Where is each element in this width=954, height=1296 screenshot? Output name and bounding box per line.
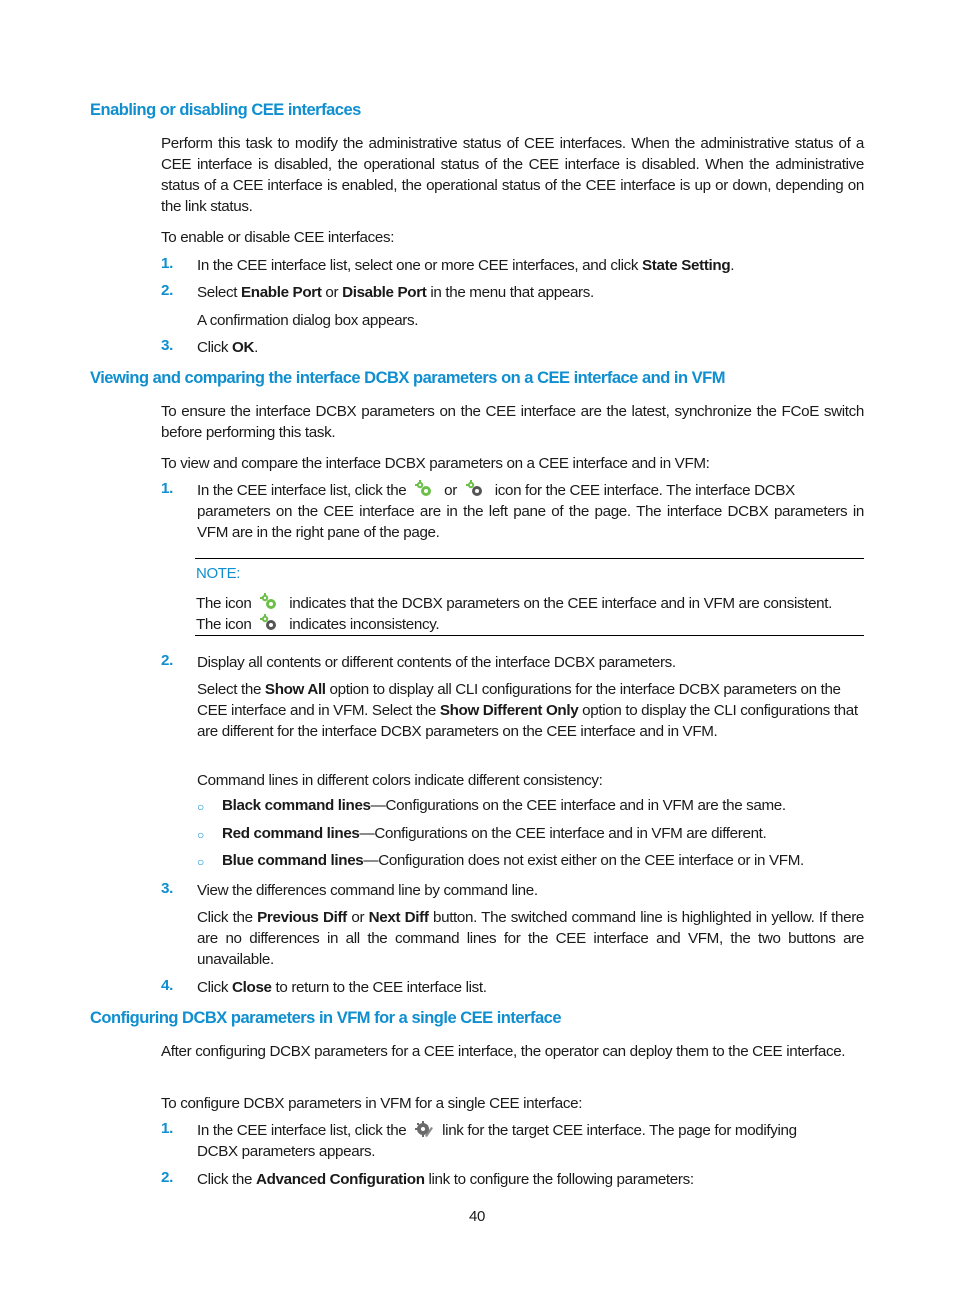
step-text: Click the Advanced Configuration link to… xyxy=(197,1169,864,1190)
step-text-part: In the CEE interface list, click the xyxy=(197,482,407,499)
step-text: Click Close to return to the CEE interfa… xyxy=(197,977,864,998)
step-text: View the differences command line by com… xyxy=(197,882,538,899)
bullet-term: Red command lines xyxy=(222,825,360,842)
bullet-text: —Configurations on the CEE interface and… xyxy=(359,825,767,842)
step-text-part: in the menu that appears. xyxy=(426,284,594,301)
bullet-icon: ○ xyxy=(197,800,204,814)
ui-term-show-all: Show All xyxy=(264,681,326,698)
page-number: 40 xyxy=(469,1208,485,1225)
step-text: In the CEE interface list, click the lin… xyxy=(197,1120,864,1141)
step-text-part: Click the xyxy=(197,909,258,926)
ui-term-close: Close xyxy=(232,979,272,996)
bullet-item: Black command lines—Configurations on th… xyxy=(222,797,786,814)
ui-term-previous-diff: Previous Diff xyxy=(257,909,347,926)
step-subtext: A confirmation dialog box appears. xyxy=(197,312,419,329)
step-text-part: Click the xyxy=(197,1171,256,1188)
bullet-text: —Configuration does not exist either on … xyxy=(363,852,804,869)
step-text: Click OK. xyxy=(197,337,864,358)
bullet-term: Blue command lines xyxy=(222,852,364,869)
section3-lead: To configure DCBX parameters in VFM for … xyxy=(161,1095,583,1112)
step-text-part: Click xyxy=(197,339,233,356)
step-number: 2. xyxy=(161,282,173,299)
note-text: indicates that the DCBX parameters on th… xyxy=(289,595,833,612)
step-text-part: link for the target CEE interface. The p… xyxy=(442,1122,797,1139)
gear-inconsistent-icon xyxy=(465,480,487,498)
gear-consistent-icon xyxy=(414,480,436,498)
gear-inconsistent-icon xyxy=(259,614,281,632)
step-text: Select Enable Port or Disable Port in th… xyxy=(197,282,864,303)
step-number: 3. xyxy=(161,880,173,897)
step-text: In the CEE interface list, click the or … xyxy=(197,480,864,501)
step-text-part: Select xyxy=(197,284,241,301)
note-top-divider xyxy=(195,558,864,559)
bullet-icon: ○ xyxy=(197,855,204,869)
step-text-part: icon for the CEE interface. The interfac… xyxy=(494,482,796,499)
ui-term-show-different-only: Show Different Only xyxy=(439,702,579,719)
section3-intro: After configuring DCBX parameters for a … xyxy=(161,1043,846,1060)
ui-term-advanced-configuration: Advanced Configuration xyxy=(255,1171,425,1188)
note-text: indicates inconsistency. xyxy=(289,616,440,633)
step-text-part: . xyxy=(730,257,735,274)
step-number: 1. xyxy=(161,255,173,272)
step-text-part: In the CEE interface list, click the xyxy=(197,1122,407,1139)
section1-lead: To enable or disable CEE interfaces: xyxy=(161,229,395,246)
note-bottom-divider xyxy=(195,635,864,636)
section-heading-configuring: Configuring DCBX parameters in VFM for a… xyxy=(90,1009,562,1027)
step-text: Display all contents or different conten… xyxy=(197,654,676,671)
step-paragraph: Command lines in different colors indica… xyxy=(197,772,603,789)
note-line: The icon indicates that the DCBX paramet… xyxy=(196,593,832,612)
step-text-continued: DCBX parameters appears. xyxy=(197,1143,376,1160)
step-text-part: In the CEE interface list, select one or… xyxy=(197,257,642,274)
step-number: 2. xyxy=(161,1169,173,1186)
step-text-part: or xyxy=(321,284,343,301)
step-text-part: link to configure the following paramete… xyxy=(424,1171,694,1188)
bullet-term: Black command lines xyxy=(222,797,371,814)
ui-term-enable-port: Enable Port xyxy=(240,284,322,301)
section-heading-viewing: Viewing and comparing the interface DCBX… xyxy=(90,369,725,387)
step-text-part: to return to the CEE interface list. xyxy=(271,979,487,996)
step-paragraph: Click the Previous Diff or Next Diff but… xyxy=(197,907,864,970)
bullet-item: Blue command lines—Configuration does no… xyxy=(222,852,804,869)
step-number: 1. xyxy=(161,1120,173,1137)
gear-consistent-icon xyxy=(259,593,281,611)
step-paragraph: Select the Show All option to display al… xyxy=(197,679,864,742)
section-heading-enabling: Enabling or disabling CEE interfaces xyxy=(90,101,361,119)
note-text: The icon xyxy=(196,595,252,612)
step-text: In the CEE interface list, select one or… xyxy=(197,255,864,276)
step-text-part: or xyxy=(444,482,457,499)
ui-term-ok: OK xyxy=(232,339,255,356)
section2-intro: To ensure the interface DCBX parameters … xyxy=(161,403,864,441)
step-text-part: or xyxy=(346,909,369,926)
modify-gear-wrench-icon xyxy=(414,1120,434,1138)
step-text-continued: parameters on the CEE interface are in t… xyxy=(197,503,864,541)
ui-term-disable-port: Disable Port xyxy=(342,284,427,301)
note-text: The icon xyxy=(196,616,252,633)
step-number: 2. xyxy=(161,652,173,669)
step-number: 1. xyxy=(161,480,173,497)
step-number: 3. xyxy=(161,337,173,354)
ui-term-next-diff: Next Diff xyxy=(368,909,429,926)
note-label: NOTE: xyxy=(196,565,241,582)
note-line: The icon indicates inconsistency. xyxy=(196,614,440,633)
step-number: 4. xyxy=(161,977,173,994)
step-text-part: . xyxy=(254,339,258,356)
section1-intro: Perform this task to modify the administ… xyxy=(161,135,864,215)
bullet-item: Red command lines—Configurations on the … xyxy=(222,825,767,842)
ui-term-state-setting: State Setting xyxy=(641,257,731,274)
step-text-part: Select the xyxy=(197,681,265,698)
bullet-icon: ○ xyxy=(197,828,204,842)
bullet-text: —Configurations on the CEE interface and… xyxy=(370,797,786,814)
step-text-part: Click xyxy=(197,979,233,996)
section2-lead: To view and compare the interface DCBX p… xyxy=(161,455,710,472)
